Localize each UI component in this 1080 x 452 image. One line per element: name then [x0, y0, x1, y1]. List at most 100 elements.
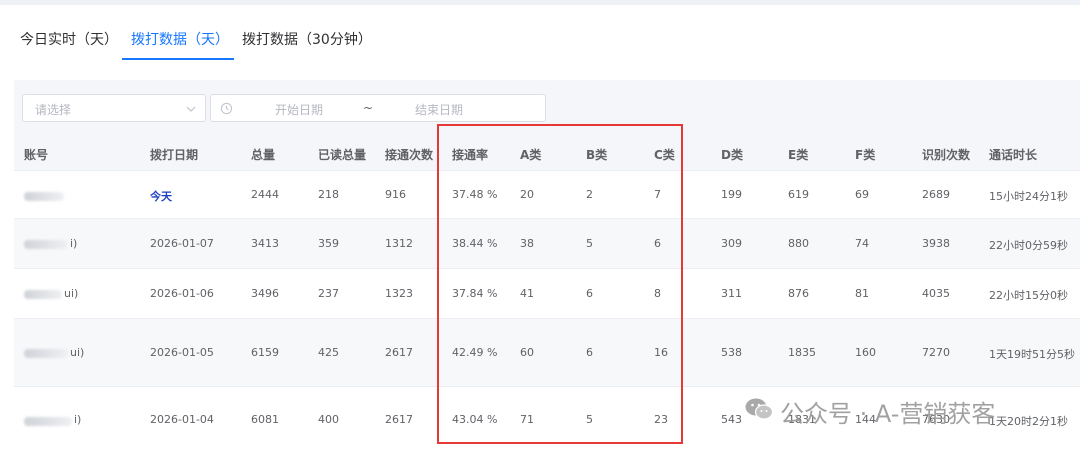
- cell-recog: 7270: [922, 346, 950, 359]
- chevron-down-icon: [186, 106, 196, 112]
- cell-c: 7: [654, 188, 661, 201]
- account-select[interactable]: 请选择: [22, 94, 206, 122]
- cell-a: 20: [520, 188, 534, 201]
- cell-total: 3413: [251, 237, 279, 250]
- cell-date: 2026-01-07: [150, 237, 214, 250]
- cell-read: 237: [318, 287, 339, 300]
- cell-rate: 43.04 %: [452, 413, 498, 426]
- cell-c: 23: [654, 413, 668, 426]
- cell-f: 74: [855, 237, 869, 250]
- header-connect-rate[interactable]: 接通率: [452, 146, 488, 163]
- cell-b: 6: [586, 287, 593, 300]
- cell-f: 69: [855, 188, 869, 201]
- start-date-input[interactable]: 开始日期: [275, 101, 323, 118]
- header-connected[interactable]: 接通次数: [385, 146, 433, 163]
- table-row[interactable]: ui) 2026-01-05 6159 425 2617 42.49 % 60 …: [14, 318, 1080, 386]
- table-row[interactable]: i) 2026-01-07 3413 359 1312 38.44 % 38 5…: [14, 218, 1080, 268]
- cell-c: 6: [654, 237, 661, 250]
- cell-a: 60: [520, 346, 534, 359]
- cell-date: 2026-01-05: [150, 346, 214, 359]
- cell-read: 359: [318, 237, 339, 250]
- cell-d: 538: [721, 346, 742, 359]
- header-class-a[interactable]: A类: [520, 146, 541, 163]
- cell-total: 6081: [251, 413, 279, 426]
- header-class-f[interactable]: F类: [855, 146, 875, 163]
- header-dial-date[interactable]: 拨打日期: [150, 146, 198, 163]
- header-class-b[interactable]: B类: [586, 146, 607, 163]
- cell-connected: 1312: [385, 237, 413, 250]
- clock-icon: [220, 102, 233, 115]
- cell-total: 3496: [251, 287, 279, 300]
- cell-e: 619: [788, 188, 809, 201]
- redacted-account: [24, 349, 68, 358]
- header-class-d[interactable]: D类: [721, 146, 743, 163]
- cell-recog: 3938: [922, 237, 950, 250]
- cell-duration: 1天19时51分5秒: [989, 348, 1075, 361]
- tab-dial-data-30min[interactable]: 拨打数据（30分钟）: [242, 29, 372, 49]
- header-call-duration[interactable]: 通话时长: [989, 146, 1037, 163]
- date-range-picker[interactable]: 开始日期 ~ 结束日期: [210, 94, 546, 122]
- cell-rate: 38.44 %: [452, 237, 498, 250]
- cell-rate: 37.48 %: [452, 188, 498, 201]
- cell-a: 71: [520, 413, 534, 426]
- cell-connected: 916: [385, 188, 406, 201]
- cell-date[interactable]: 今天: [150, 188, 172, 204]
- select-placeholder: 请选择: [35, 103, 72, 117]
- header-recognition-count[interactable]: 识别次数: [922, 146, 970, 163]
- cell-connected: 2617: [385, 413, 413, 426]
- cell-c: 8: [654, 287, 661, 300]
- table-header: 账号 拨打日期 总量 已读总量 接通次数 接通率 A类 B类 C类 D类 E类 …: [14, 136, 1080, 170]
- cell-read: 425: [318, 346, 339, 359]
- cell-f: 81: [855, 287, 869, 300]
- header-class-c[interactable]: C类: [654, 146, 675, 163]
- table-row[interactable]: 今天 2444 218 916 37.48 % 20 2 7 199 619 6…: [14, 170, 1080, 218]
- tab-bar: 今日实时（天） 拨打数据（天） 拨打数据（30分钟）: [0, 5, 1080, 60]
- range-separator: ~: [363, 101, 374, 115]
- cell-connected: 1323: [385, 287, 413, 300]
- cell-duration: 15小时24分1秒: [989, 190, 1068, 203]
- cell-d: 309: [721, 237, 742, 250]
- wechat-icon: [745, 398, 774, 420]
- redacted-account: [24, 417, 72, 426]
- cell-account-suffix: i): [70, 237, 78, 250]
- cell-date: 2026-01-06: [150, 287, 214, 300]
- cell-total: 6159: [251, 346, 279, 359]
- header-total[interactable]: 总量: [251, 146, 275, 163]
- cell-b: 5: [586, 237, 593, 250]
- header-read-total[interactable]: 已读总量: [318, 146, 366, 163]
- cell-d: 543: [721, 413, 742, 426]
- redacted-account: [24, 290, 62, 299]
- table-row[interactable]: ui) 2026-01-06 3496 237 1323 37.84 % 41 …: [14, 268, 1080, 318]
- cell-total: 2444: [251, 188, 279, 201]
- cell-account-suffix: i): [74, 413, 82, 426]
- cell-a: 38: [520, 237, 534, 250]
- redacted-account: [24, 192, 64, 201]
- cell-f: 160: [855, 346, 876, 359]
- header-class-e[interactable]: E类: [788, 146, 808, 163]
- cell-recog: 4035: [922, 287, 950, 300]
- header-account[interactable]: 账号: [24, 146, 48, 163]
- cell-read: 400: [318, 413, 339, 426]
- cell-rate: 37.84 %: [452, 287, 498, 300]
- cell-e: 880: [788, 237, 809, 250]
- tab-realtime-today[interactable]: 今日实时（天）: [20, 29, 118, 49]
- end-date-input[interactable]: 结束日期: [415, 101, 463, 118]
- cell-b: 2: [586, 188, 593, 201]
- active-tab-indicator: [122, 58, 234, 60]
- cell-d: 199: [721, 188, 742, 201]
- cell-e: 876: [788, 287, 809, 300]
- cell-rate: 42.49 %: [452, 346, 498, 359]
- cell-c: 16: [654, 346, 668, 359]
- cell-e: 1835: [788, 346, 816, 359]
- cell-a: 41: [520, 287, 534, 300]
- cell-d: 311: [721, 287, 742, 300]
- cell-date: 2026-01-04: [150, 413, 214, 426]
- cell-b: 5: [586, 413, 593, 426]
- tab-dial-data-day[interactable]: 拨打数据（天）: [131, 29, 229, 49]
- cell-read: 218: [318, 188, 339, 201]
- watermark-text: 公众号 · A-营销获客: [780, 400, 996, 428]
- redacted-account: [24, 240, 68, 249]
- cell-account-suffix: ui): [64, 287, 79, 300]
- cell-duration: 22小时0分59秒: [989, 239, 1068, 252]
- cell-duration: 1天20时2分1秒: [989, 415, 1068, 428]
